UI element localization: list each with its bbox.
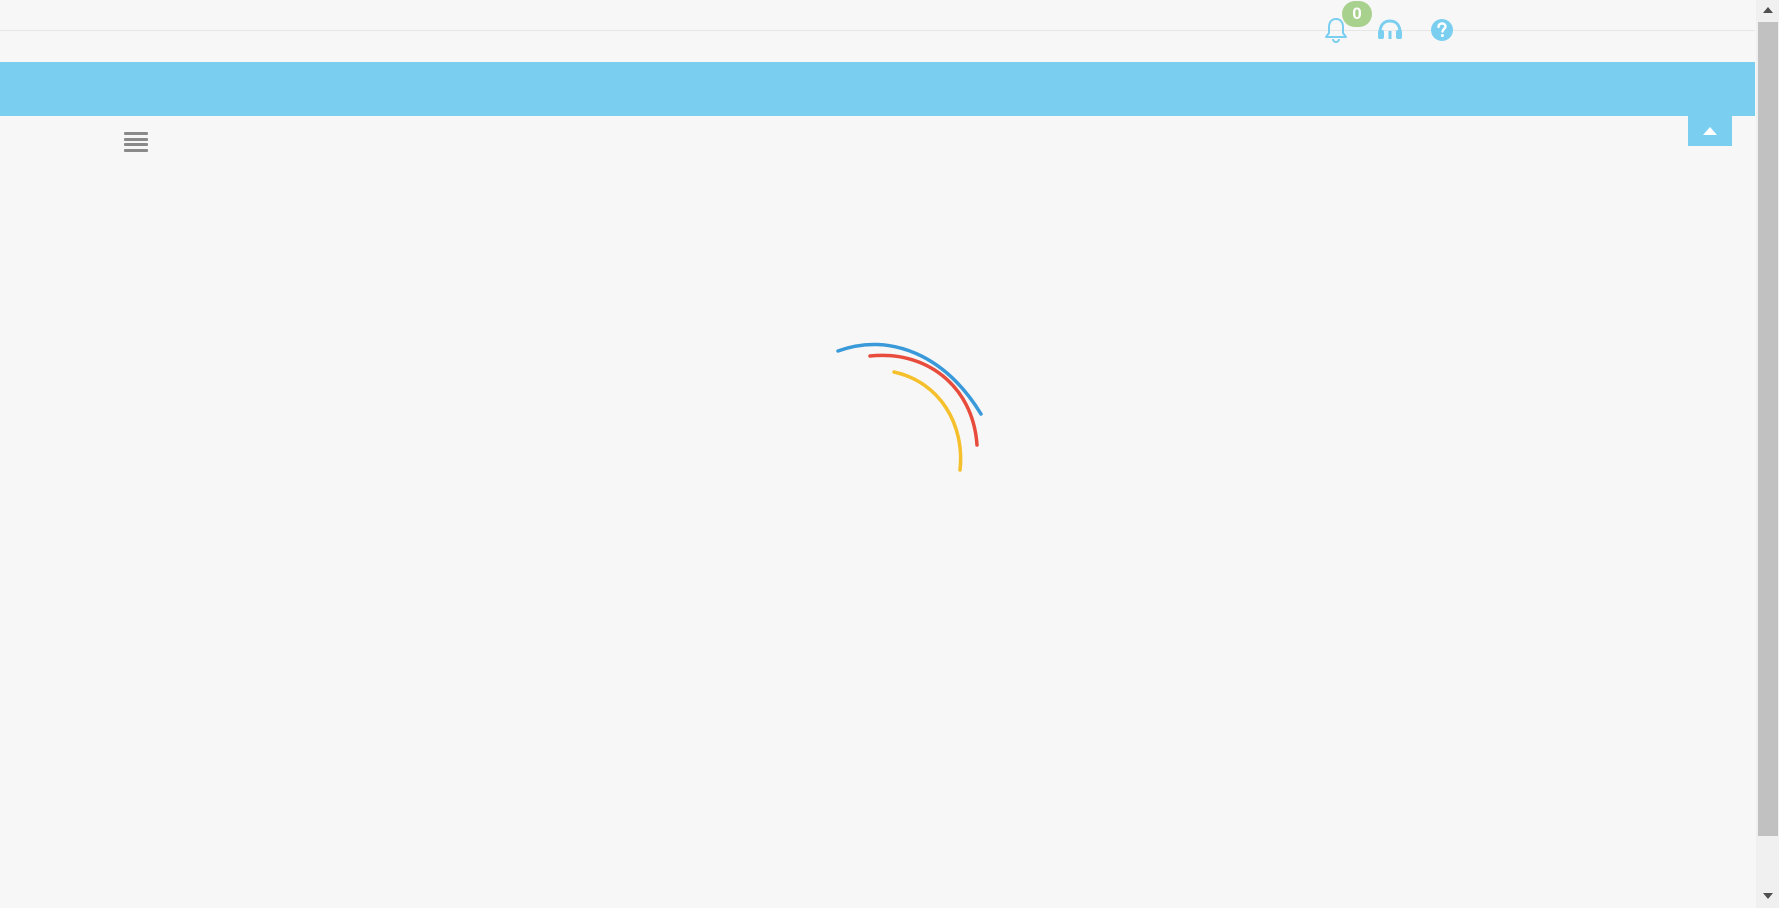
scrollbar-thumb[interactable] xyxy=(1758,22,1778,836)
scroll-down-arrow[interactable] xyxy=(1756,886,1779,906)
help-circle-icon xyxy=(1431,19,1453,41)
spinner-arc-outer xyxy=(836,342,983,416)
scroll-up-icon xyxy=(1762,7,1773,13)
menu-line xyxy=(124,137,148,141)
scroll-down-icon xyxy=(1762,893,1773,899)
vertical-scrollbar[interactable] xyxy=(1756,0,1779,908)
spinner-arc-inner xyxy=(892,370,963,472)
scroll-up-arrow[interactable] xyxy=(1756,0,1779,20)
support-button[interactable] xyxy=(1376,15,1404,45)
notification-count-badge: 0 xyxy=(1342,1,1372,27)
help-button[interactable] xyxy=(1428,15,1456,45)
top-header-bar: 0 xyxy=(0,0,1755,44)
menu-line xyxy=(124,143,148,147)
menu-line xyxy=(124,132,148,135)
loading-spinner-icon xyxy=(836,342,983,472)
app-page: 0 xyxy=(0,0,1779,908)
headset-icon xyxy=(1378,19,1402,39)
header-banner xyxy=(0,62,1755,116)
menu-line xyxy=(124,148,148,152)
hamburger-menu-icon[interactable] xyxy=(124,130,148,154)
collapse-header-button[interactable] xyxy=(1688,116,1732,146)
spinner-arc-middle xyxy=(868,353,979,447)
caret-up-icon xyxy=(1703,127,1717,135)
